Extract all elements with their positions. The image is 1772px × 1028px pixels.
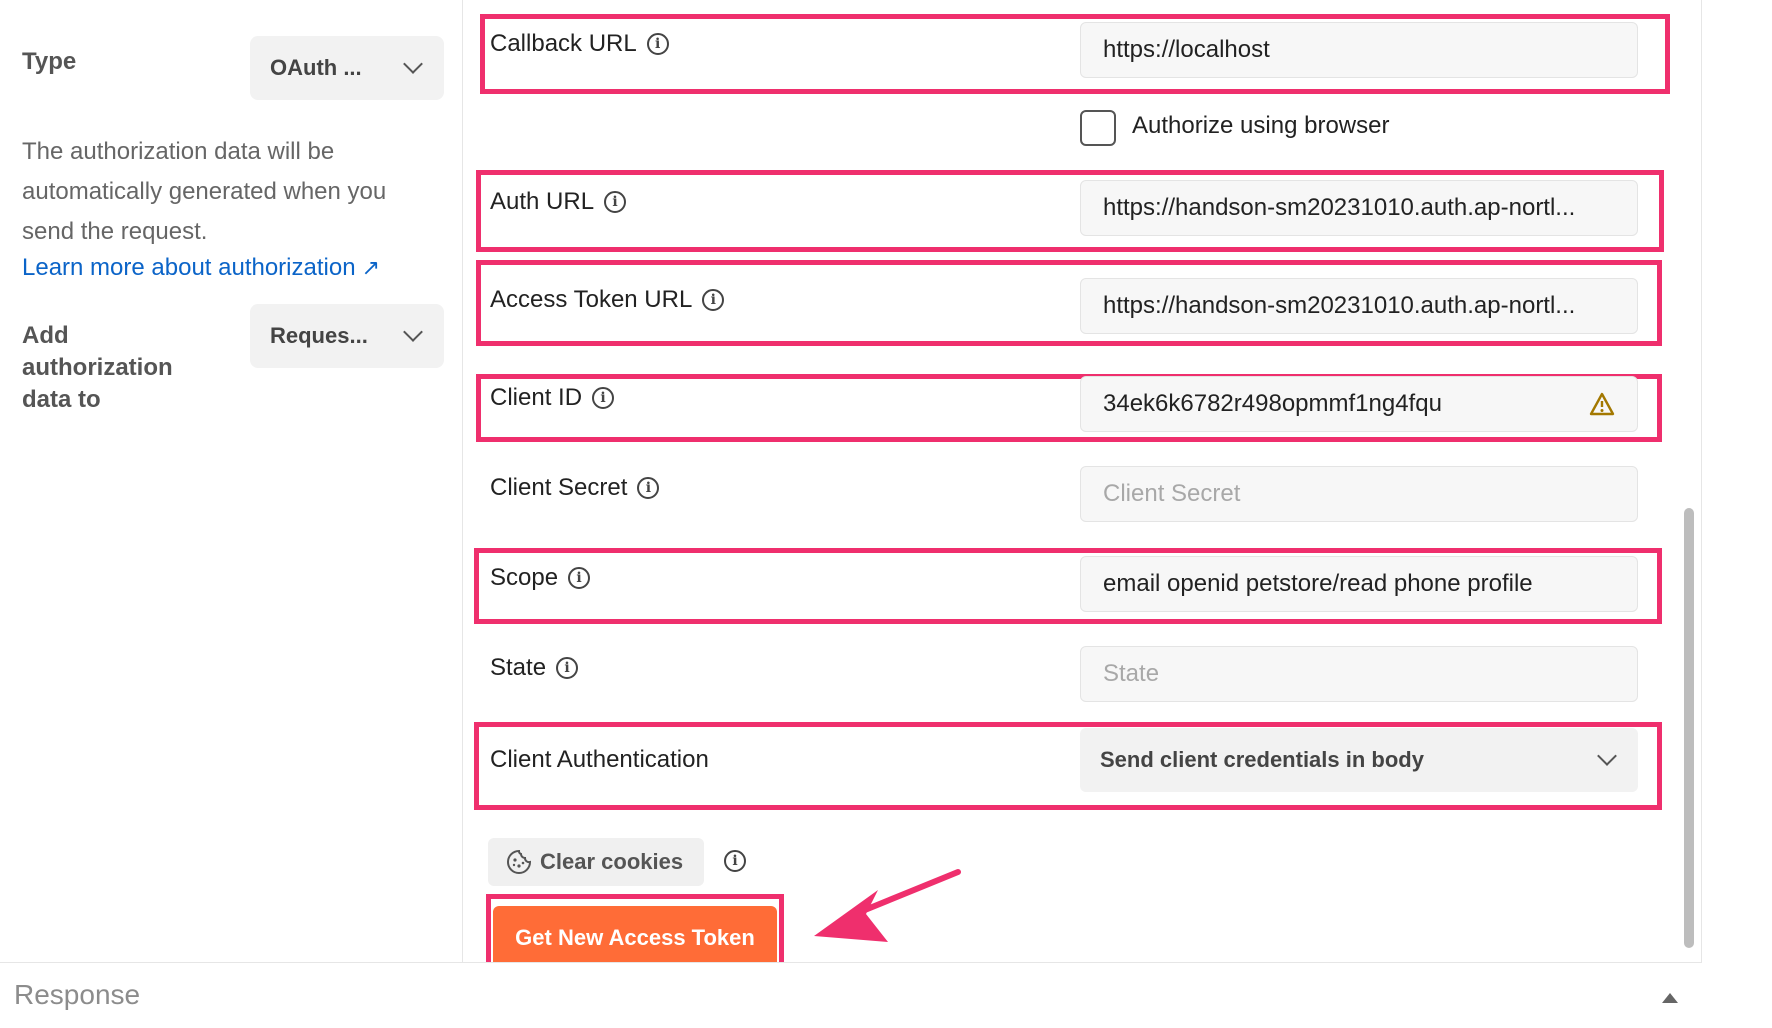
info-icon[interactable]: i xyxy=(637,477,660,499)
callback-url-label: Callback URL i xyxy=(490,28,669,60)
warning-icon xyxy=(1589,392,1615,416)
auth-type-value: OAuth ... xyxy=(270,55,362,80)
auth-sidebar: Type OAuth ... The authorization data wi… xyxy=(0,0,463,962)
external-link-icon: ↗ xyxy=(361,255,380,280)
info-icon[interactable]: i xyxy=(702,289,725,311)
caret-up-icon[interactable] xyxy=(1662,993,1678,1003)
info-icon[interactable]: i xyxy=(604,191,627,213)
scope-input[interactable]: email openid petstore/read phone profile xyxy=(1080,556,1638,612)
authorize-browser-label: Authorize using browser xyxy=(1132,112,1390,139)
learn-more-text: Learn more about authorization xyxy=(22,254,356,281)
auth-url-label: Auth URL i xyxy=(490,186,627,218)
response-bar[interactable]: Response xyxy=(0,962,1702,1028)
client-auth-label: Client Authentication xyxy=(490,746,709,773)
annotation-arrow-icon xyxy=(814,869,961,942)
state-input[interactable]: State xyxy=(1080,646,1638,702)
clear-cookies-label: Clear cookies xyxy=(540,849,684,874)
learn-more-link[interactable]: Learn more about authorization ↗ xyxy=(22,252,380,284)
cookie-icon xyxy=(507,849,532,874)
client-secret-label: Client Secret i xyxy=(490,472,660,504)
add-auth-select[interactable]: Reques... xyxy=(250,304,444,368)
state-label: State i xyxy=(490,652,579,684)
type-label: Type xyxy=(22,48,77,75)
get-new-access-token-button[interactable]: Get New Access Token xyxy=(493,906,777,970)
access-token-url-input[interactable]: https://handson-sm20231010.auth.ap-nortl… xyxy=(1080,278,1638,334)
chevron-down-icon xyxy=(403,322,423,342)
client-auth-select[interactable]: Send client credentials in body xyxy=(1080,728,1638,792)
info-icon[interactable]: i xyxy=(568,567,591,589)
response-label: Response xyxy=(14,979,141,1010)
add-auth-label: Add authorization data to xyxy=(22,322,173,413)
auth-config-panel: Callback URL i https://localhost Authoriz… xyxy=(464,0,1702,962)
info-icon[interactable]: i xyxy=(556,657,579,679)
info-icon[interactable]: i xyxy=(592,387,615,409)
info-icon[interactable]: i xyxy=(646,33,669,55)
chevron-down-icon xyxy=(403,54,423,74)
chevron-down-icon xyxy=(1597,746,1617,766)
callback-url-input[interactable]: https://localhost xyxy=(1080,22,1638,78)
authorize-browser-checkbox[interactable] xyxy=(1080,110,1116,146)
scrollbar-thumb[interactable] xyxy=(1684,508,1694,948)
add-auth-value: Reques... xyxy=(270,323,368,348)
info-icon[interactable]: i xyxy=(724,850,746,872)
client-id-label: Client ID i xyxy=(490,382,615,414)
client-id-input[interactable]: 34ek6k6782r498opmmf1ng4fqu xyxy=(1080,376,1638,432)
clear-cookies-button[interactable]: Clear cookies xyxy=(488,838,704,886)
access-token-url-label: Access Token URL i xyxy=(490,284,725,316)
auth-url-input[interactable]: https://handson-sm20231010.auth.ap-nortl… xyxy=(1080,180,1638,236)
client-secret-input[interactable]: Client Secret xyxy=(1080,466,1638,522)
auth-type-select[interactable]: OAuth ... xyxy=(250,36,444,100)
auth-description: The authorization data will be automatic… xyxy=(22,138,387,245)
scope-label: Scope i xyxy=(490,562,591,594)
